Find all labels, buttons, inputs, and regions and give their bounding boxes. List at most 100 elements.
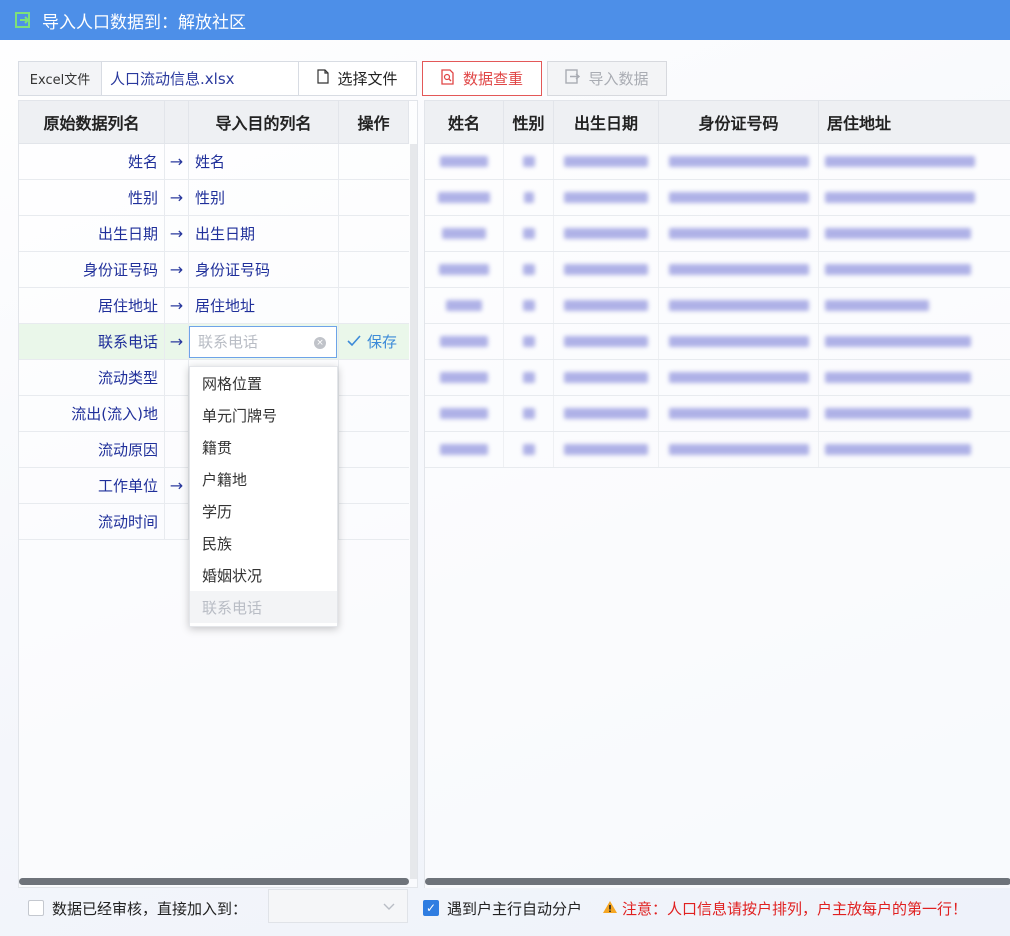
preview-cell-redacted [425, 216, 504, 251]
preview-cell-redacted [425, 396, 504, 431]
dropdown-option-disabled: 联系电话 [190, 591, 337, 623]
auto-split-label: 遇到户主行自动分户 [447, 900, 583, 918]
preview-cell-redacted [659, 216, 819, 251]
arrow-cell [165, 396, 189, 431]
source-column-name: 姓名 [19, 144, 165, 179]
clear-icon[interactable]: × [314, 336, 326, 349]
mapping-row[interactable]: 出生日期 → 出生日期 [19, 216, 409, 252]
target-column-name[interactable]: 姓名 [189, 144, 339, 179]
redacted-value [522, 372, 535, 383]
preview-header: 姓名 性别 出生日期 身份证号码 居住地址 [425, 101, 1010, 144]
redacted-value [825, 444, 971, 455]
redacted-value [668, 156, 809, 167]
preview-row [425, 180, 1010, 216]
preview-cell-redacted [819, 216, 1010, 251]
choose-file-button[interactable]: 选择文件 [299, 62, 416, 95]
preview-header-address: 居住地址 [819, 101, 1010, 143]
action-cell [339, 432, 409, 467]
warning-message: 注意：人口信息请按户排列，户主放每户的第一行！ [602, 898, 967, 919]
preview-cell-redacted [554, 252, 659, 287]
redacted-value [523, 192, 534, 203]
redacted-value [440, 156, 488, 167]
audit-checkbox[interactable] [28, 900, 44, 916]
horizontal-scrollbar[interactable] [19, 878, 409, 885]
redacted-value [825, 192, 975, 203]
target-community-select[interactable] [268, 889, 408, 923]
preview-cell-redacted [504, 360, 554, 395]
preview-cell-redacted [659, 396, 819, 431]
preview-row [425, 432, 1010, 468]
redacted-value [522, 156, 535, 167]
redacted-value [668, 192, 809, 203]
dropdown-option[interactable]: 学历 [190, 495, 337, 527]
dropdown-option[interactable]: 籍贯 [190, 431, 337, 463]
source-column-name: 流出(流入)地 [19, 396, 165, 431]
preview-cell-redacted [425, 252, 504, 287]
preview-cell-redacted [504, 288, 554, 323]
preview-cell-redacted [554, 324, 659, 359]
preview-cell-redacted [504, 432, 554, 467]
target-column-name[interactable]: 身份证号码 [189, 252, 339, 287]
redacted-value [668, 228, 809, 239]
action-cell [339, 468, 409, 503]
chevron-down-icon [383, 900, 395, 914]
redacted-value [825, 264, 971, 275]
source-column-name: 工作单位 [19, 468, 165, 503]
target-column-name[interactable]: 性别 [189, 180, 339, 215]
arrow-right-icon: → [165, 288, 189, 323]
select-placeholder: 联系电话 [198, 333, 259, 351]
warning-icon [602, 900, 618, 918]
search-document-icon [441, 68, 455, 89]
dropdown-option[interactable]: 民族 [190, 527, 337, 559]
arrow-right-icon: → [165, 144, 189, 179]
arrow-cell [165, 504, 189, 539]
mapping-row[interactable]: 姓名 → 姓名 [19, 144, 409, 180]
dropdown-option[interactable]: 婚姻状况 [190, 559, 337, 591]
mapping-row[interactable]: 性别 → 性别 [19, 180, 409, 216]
redacted-value [442, 228, 486, 239]
preview-cell-redacted [504, 144, 554, 179]
save-label: 保存 [367, 333, 398, 351]
mapping-row[interactable]: 身份证号码 → 身份证号码 [19, 252, 409, 288]
redacted-value [439, 264, 489, 275]
target-column-name[interactable]: 居住地址 [189, 288, 339, 323]
preview-cell-redacted [819, 396, 1010, 431]
preview-cell-redacted [659, 360, 819, 395]
action-cell: 保存 [339, 324, 409, 359]
target-column-name[interactable]: 出生日期 [189, 216, 339, 251]
redacted-value [825, 336, 971, 347]
excel-label: Excel文件 [19, 62, 102, 95]
mapping-header: 原始数据列名 导入目的列名 操作 [19, 101, 409, 144]
dropdown-option[interactable]: 网格位置 [190, 367, 337, 399]
horizontal-scrollbar[interactable] [425, 878, 1010, 885]
header-arrow-column [165, 101, 189, 143]
dedupe-button[interactable]: 数据查重 [422, 61, 542, 96]
mapping-row[interactable]: 居住地址 → 居住地址 [19, 288, 409, 324]
arrow-cell [165, 432, 189, 467]
import-app-icon [14, 11, 32, 29]
preview-cell-redacted [659, 288, 819, 323]
import-data-button[interactable]: 导入数据 [547, 61, 667, 96]
title-bar: 导入人口数据到：解放社区 [0, 0, 1010, 40]
redacted-value [440, 372, 488, 383]
dedupe-label: 数据查重 [462, 70, 523, 88]
arrow-right-icon: → [165, 180, 189, 215]
excel-file-selector: Excel文件 人口流动信息.xlsx 选择文件 [18, 61, 417, 96]
mapping-row-editing[interactable]: 联系电话 → 联系电话 × 保存 [19, 324, 409, 360]
preview-header-id-number: 身份证号码 [659, 101, 819, 143]
target-select-cell: 联系电话 × [189, 324, 339, 359]
target-column-select[interactable]: 联系电话 × [189, 325, 337, 358]
dropdown-option[interactable]: 单元门牌号 [190, 399, 337, 431]
redacted-value [522, 336, 535, 347]
redacted-value [825, 228, 971, 239]
source-column-name: 流动原因 [19, 432, 165, 467]
redacted-value [440, 408, 488, 419]
arrow-right-icon: → [165, 216, 189, 251]
file-name-field[interactable]: 人口流动信息.xlsx [102, 62, 299, 95]
vertical-scrollbar[interactable] [410, 144, 417, 879]
redacted-value [564, 264, 648, 275]
auto-split-checkbox[interactable]: ✓ [423, 900, 439, 916]
save-button[interactable]: 保存 [339, 331, 397, 352]
preview-row [425, 144, 1010, 180]
dropdown-option[interactable]: 户籍地 [190, 463, 337, 495]
